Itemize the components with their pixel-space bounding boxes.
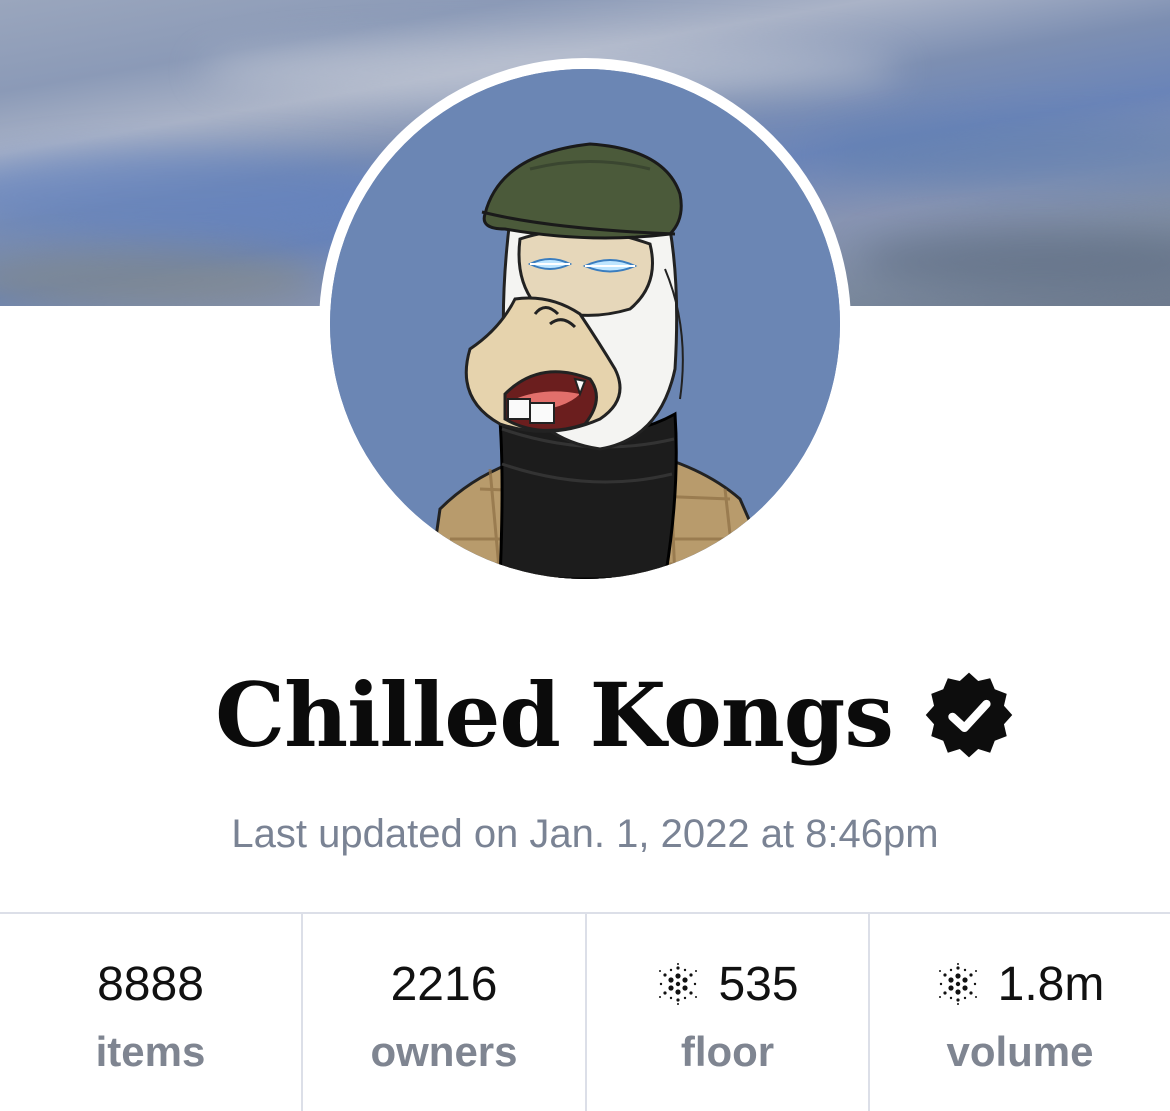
stat-label: floor xyxy=(680,1028,775,1075)
collection-avatar xyxy=(319,58,851,590)
stat-value: 8888 xyxy=(97,957,204,1011)
stat-label: owners xyxy=(370,1028,518,1075)
stat-volume: 1.8m volume xyxy=(868,914,1170,1111)
stat-value: 1.8m xyxy=(997,957,1105,1011)
stat-value: 2216 xyxy=(390,957,498,1011)
stat-value-row: 535 xyxy=(656,956,799,1012)
stat-items: 8888 items xyxy=(0,914,301,1111)
last-updated-text: Last updated on Jan. 1, 2022 at 8:46pm xyxy=(231,812,939,856)
stat-label: volume xyxy=(946,1028,1094,1075)
cardano-icon xyxy=(659,963,698,1005)
stat-label: items xyxy=(95,1028,206,1075)
collection-stats: 8888 items 2216 owners 535 floor 1.8m vo… xyxy=(0,912,1170,1111)
kong-avatar-image xyxy=(330,69,840,579)
stat-value: 535 xyxy=(718,957,799,1011)
stat-value-row: 1.8m xyxy=(936,956,1105,1012)
stat-owners: 2216 owners xyxy=(301,914,585,1111)
cardano-icon xyxy=(938,963,977,1005)
collection-title: Chilled Kongs xyxy=(215,663,894,767)
collection-header: Chilled Kongs xyxy=(0,660,1170,770)
stat-floor: 535 floor xyxy=(585,914,868,1111)
verified-badge-icon xyxy=(925,672,1013,758)
